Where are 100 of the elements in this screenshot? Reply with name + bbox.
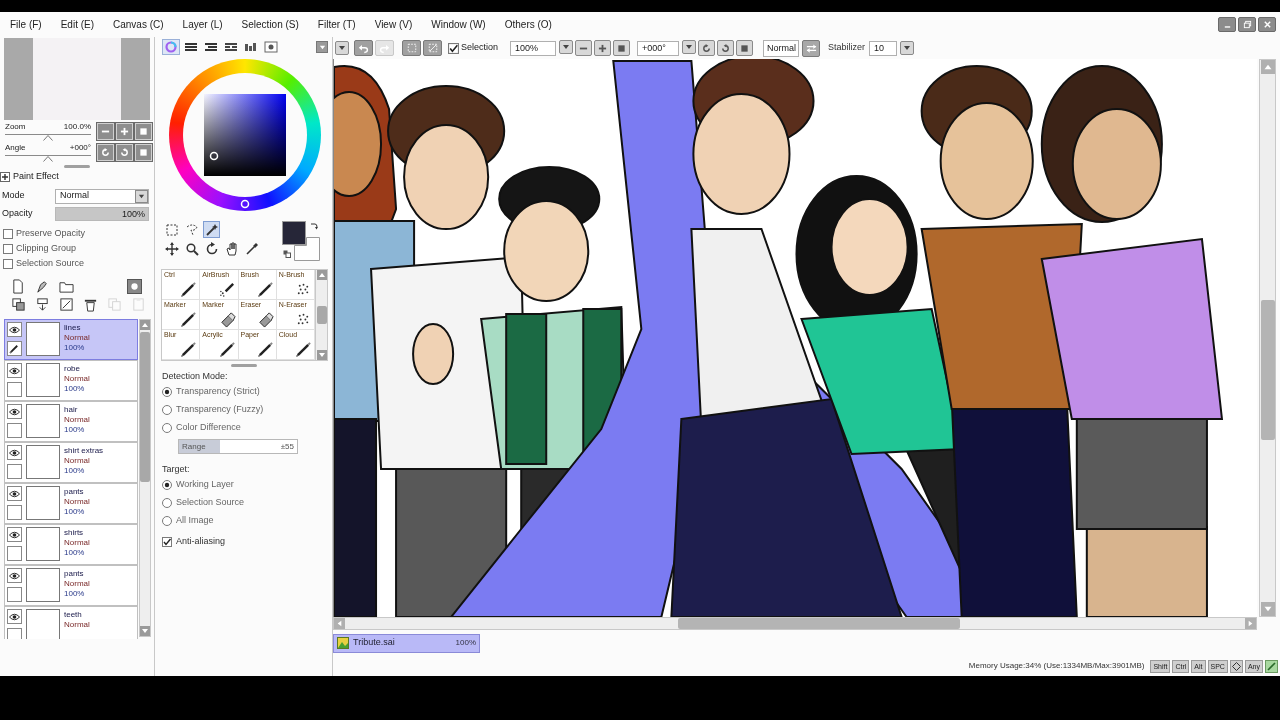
angle-slider[interactable] [5, 154, 91, 162]
visibility-toggle[interactable] [7, 445, 22, 460]
menu-item[interactable]: Others (O) [504, 17, 552, 32]
radio-icon[interactable] [162, 387, 172, 397]
horizontal-scrollbar[interactable] [333, 617, 1257, 630]
radio-icon[interactable] [162, 498, 172, 508]
checkbox-option[interactable]: Clipping Group [0, 241, 154, 256]
maximize-button[interactable] [1238, 17, 1256, 32]
document-tab[interactable]: Tribute.sai 100% [333, 633, 480, 653]
vertical-scrollbar[interactable] [315, 270, 327, 360]
checkbox-option[interactable]: Preserve Opacity [0, 226, 154, 241]
scrollbar-thumb[interactable] [1260, 300, 1275, 440]
radio-option[interactable]: Selection Source [162, 494, 332, 512]
menu-item[interactable]: Selection (S) [241, 17, 299, 32]
scrollbar-thumb[interactable] [316, 306, 327, 324]
reset-angle-button[interactable] [736, 40, 754, 56]
layer-row[interactable]: shirts Normal 100% [4, 524, 138, 565]
invert-selection-button[interactable] [423, 40, 442, 56]
zoom-in-button[interactable] [594, 40, 612, 56]
radio-icon[interactable] [162, 423, 172, 433]
layer-row[interactable]: lines Normal 100% [4, 319, 138, 360]
vertical-scrollbar[interactable] [1259, 59, 1276, 617]
stabilizer-field[interactable]: 10 [869, 40, 898, 56]
reset-zoom-button[interactable] [613, 40, 631, 56]
menu-item[interactable]: Layer (L) [182, 17, 223, 32]
menu-item[interactable]: Canvas (C) [113, 17, 164, 32]
radio-option[interactable]: All Image [162, 512, 332, 530]
tool-button[interactable] [203, 221, 220, 238]
undo-button[interactable] [354, 40, 373, 56]
blend-mode-field[interactable]: Normal [763, 39, 800, 57]
zoom-out-button[interactable] [97, 122, 114, 140]
mode-dropdown[interactable]: Normal [55, 188, 149, 204]
zoom-out-button[interactable] [575, 40, 593, 56]
visibility-toggle[interactable] [7, 609, 22, 624]
diagonal-line-icon[interactable] [1265, 659, 1278, 673]
zoom-in-button[interactable] [116, 122, 133, 140]
checkbox-icon[interactable] [448, 42, 459, 54]
toolbar-menu-button[interactable] [335, 41, 349, 55]
menu-item[interactable]: Window (W) [431, 17, 486, 32]
color-panel-tab[interactable] [162, 39, 180, 55]
flip-button[interactable] [802, 39, 821, 57]
range-slider[interactable]: Range ±55 [178, 439, 298, 454]
rotate-left-button[interactable] [97, 143, 114, 161]
deselect-button[interactable] [402, 40, 421, 56]
radio-icon[interactable] [162, 516, 172, 526]
hue-marker-icon[interactable] [240, 199, 250, 209]
layer-action-button[interactable] [58, 295, 75, 313]
radio-option[interactable]: Color Difference [162, 419, 332, 437]
scroll-down-arrow-icon[interactable] [140, 626, 150, 636]
layer-row[interactable]: pants Normal 100% [4, 565, 138, 606]
zoom-field[interactable]: 100% [510, 40, 557, 56]
checkbox-option[interactable]: Anti-aliasing [162, 534, 332, 550]
reset-angle-button[interactable] [135, 143, 152, 161]
tool-button[interactable] [163, 240, 180, 257]
rotate-left-button[interactable] [698, 40, 716, 56]
curved-arrow-icon[interactable] [310, 222, 318, 230]
layer-action-button[interactable] [10, 295, 27, 313]
scrollbar-thumb[interactable] [140, 332, 150, 482]
menu-item[interactable]: File (F) [10, 17, 42, 32]
selection-checkbox[interactable]: Selection [448, 41, 499, 55]
menu-item[interactable]: View (V) [374, 17, 413, 32]
diamond-icon[interactable] [1229, 659, 1243, 673]
panel-resize-handle[interactable] [64, 164, 90, 168]
radio-option[interactable]: Transparency (Fuzzy) [162, 401, 332, 419]
expand-plus-icon[interactable] [0, 172, 10, 182]
checkbox-icon[interactable] [3, 258, 13, 269]
menu-item[interactable]: Filter (T) [317, 17, 356, 32]
checkbox-option[interactable]: Selection Source [0, 256, 154, 271]
angle-menu-button[interactable] [682, 40, 697, 54]
radio-option[interactable]: Working Layer [162, 476, 332, 494]
visibility-toggle[interactable] [7, 363, 22, 378]
radio-icon[interactable] [162, 480, 172, 490]
panel-resize-handle[interactable] [230, 363, 257, 367]
angle-field[interactable]: +000° [637, 40, 680, 56]
layer-row[interactable]: shirt extras Normal 100% [4, 442, 138, 483]
opacity-slider[interactable]: 100% [55, 207, 149, 221]
zoom-slider[interactable] [5, 133, 91, 141]
menu-item[interactable]: Edit (E) [60, 17, 94, 32]
scroll-up-arrow-icon[interactable] [316, 270, 327, 280]
panel-menu-button[interactable] [316, 41, 328, 53]
slider-thumb-icon[interactable] [43, 155, 53, 162]
visibility-toggle[interactable] [7, 486, 22, 501]
dropdown-button[interactable] [135, 189, 148, 203]
color-picker-marker-icon[interactable] [209, 151, 219, 161]
scrollbar-thumb[interactable] [678, 618, 960, 629]
layer-mask-button[interactable] [127, 278, 142, 294]
rotate-right-button[interactable] [717, 40, 735, 56]
slider-thumb-icon[interactable] [43, 134, 53, 141]
close-button[interactable] [1258, 17, 1276, 32]
radio-option[interactable]: Transparency (Strict) [162, 383, 332, 401]
scroll-up-arrow-icon[interactable] [140, 320, 150, 330]
layer-row[interactable]: teeth Normal [4, 606, 138, 639]
saturation-value-square[interactable] [204, 94, 286, 176]
scroll-down-arrow-icon[interactable] [316, 350, 327, 360]
color-panel-tab[interactable] [262, 39, 280, 55]
stabilizer-menu-button[interactable] [900, 41, 915, 55]
layer-row[interactable]: robe Normal 100% [4, 360, 138, 401]
tool-button[interactable] [223, 240, 240, 257]
rotate-right-button[interactable] [116, 143, 133, 161]
overlapping-squares-icon[interactable] [283, 250, 291, 258]
